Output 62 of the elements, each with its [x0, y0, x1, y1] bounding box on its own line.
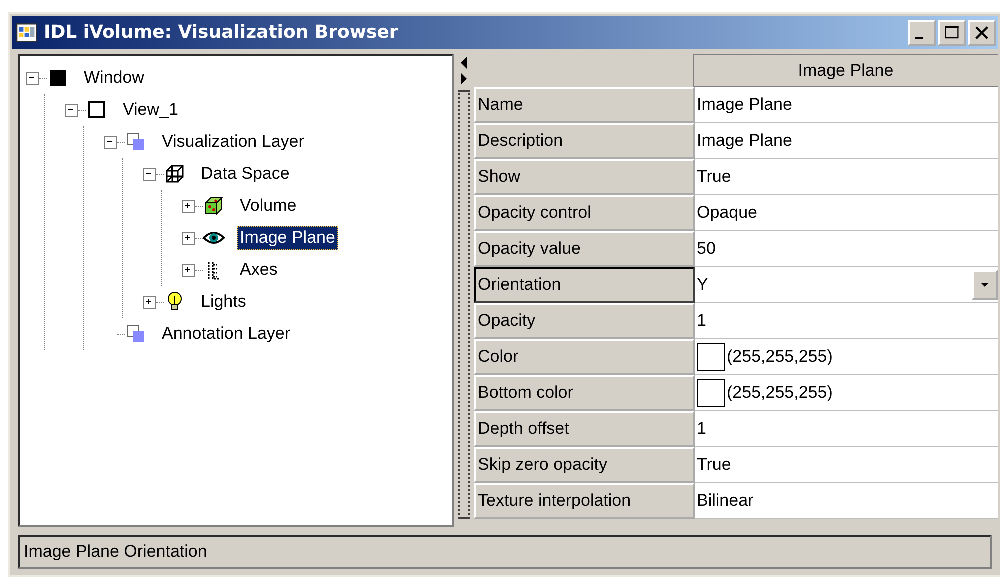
property-value[interactable]: Image Plane	[695, 87, 998, 123]
volume-cube-icon	[203, 195, 225, 217]
app-icon	[16, 22, 38, 44]
property-name[interactable]: Description	[474, 123, 695, 159]
property-value: (255,255,255)	[727, 382, 833, 402]
property-value[interactable]: True	[695, 447, 998, 483]
layer-icon	[125, 131, 147, 153]
tree-item[interactable]: Annotation Layer	[159, 322, 294, 346]
property-name[interactable]: Show	[474, 159, 695, 195]
collapse-icon[interactable]	[26, 72, 39, 84]
filled-square-icon	[47, 67, 69, 89]
property-value[interactable]: 1	[695, 303, 998, 339]
expand-icon[interactable]	[182, 264, 195, 276]
tree-item[interactable]: Lights	[198, 290, 250, 314]
tree-item[interactable]: Axes	[237, 258, 281, 282]
close-icon	[973, 24, 991, 40]
property-name[interactable]: Texture interpolation	[474, 483, 695, 519]
tree-item[interactable]: Window	[81, 66, 148, 90]
property-value: (255,255,255)	[727, 346, 833, 366]
property-name[interactable]: Skip zero opacity	[474, 447, 695, 483]
window-title: IDL iVolume: Visualization Browser	[44, 22, 400, 43]
tree-item[interactable]: Image Plane	[237, 226, 338, 250]
expand-icon[interactable]	[182, 200, 195, 212]
column-header: Image Plane	[693, 54, 998, 87]
collapse-left-icon[interactable]	[459, 56, 469, 70]
expand-icon[interactable]	[182, 232, 195, 244]
minimize-button[interactable]	[908, 20, 936, 46]
dropdown-field[interactable]: Y	[695, 267, 998, 303]
cube-icon	[164, 163, 186, 185]
tree-item[interactable]: View_1	[120, 98, 182, 122]
maximize-icon	[943, 24, 961, 40]
dropdown-arrow-icon	[980, 282, 990, 288]
property-value[interactable]: Bilinear	[695, 483, 998, 519]
property-name[interactable]: Name	[474, 87, 695, 123]
tree-item[interactable]: Visualization Layer	[159, 130, 308, 154]
property-value[interactable]: 1	[695, 411, 998, 447]
property-name[interactable]: Opacity	[474, 303, 695, 339]
close-button[interactable]	[968, 20, 996, 46]
property-value[interactable]: Opaque	[695, 195, 998, 231]
expand-icon[interactable]	[143, 296, 156, 308]
property-name[interactable]: Depth offset	[474, 411, 695, 447]
property-name[interactable]: Opacity control	[474, 195, 695, 231]
square-icon	[86, 99, 108, 121]
property-value[interactable]: 50	[695, 231, 998, 267]
color-swatch[interactable]	[697, 378, 725, 406]
property-value[interactable]: Image Plane	[695, 123, 998, 159]
layer-icon	[125, 323, 147, 345]
property-name[interactable]: Color	[474, 339, 695, 375]
color-swatch[interactable]	[697, 342, 725, 370]
expand-right-icon[interactable]	[459, 72, 469, 86]
collapse-icon[interactable]	[65, 104, 78, 116]
property-name[interactable]: Opacity value	[474, 231, 695, 267]
tree-item[interactable]: Volume	[237, 194, 300, 218]
minimize-icon	[915, 36, 923, 38]
collapse-icon[interactable]	[104, 136, 117, 148]
collapse-icon[interactable]	[143, 168, 156, 180]
tree-item[interactable]: Data Space	[198, 162, 293, 186]
maximize-button[interactable]	[938, 20, 966, 46]
property-name[interactable]: Bottom color	[474, 375, 695, 411]
status-text: Image Plane Orientation	[24, 542, 208, 562]
property-value[interactable]: True	[695, 159, 998, 195]
property-name[interactable]: Orientation	[474, 267, 695, 303]
